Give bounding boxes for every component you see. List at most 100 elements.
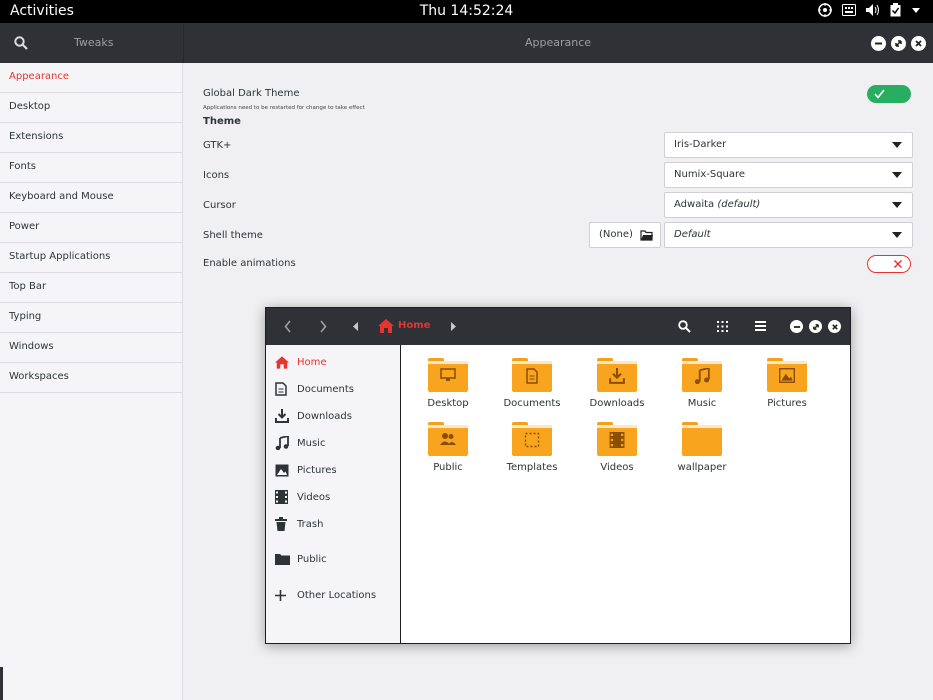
shell-theme-file-button[interactable]: (None) xyxy=(589,222,661,248)
trash-icon xyxy=(275,517,297,531)
forward-icon[interactable] xyxy=(319,320,327,333)
close-button[interactable] xyxy=(911,36,926,51)
home-icon xyxy=(275,355,297,369)
sidebar-item-top-bar[interactable]: Top Bar xyxy=(0,273,182,303)
places-item-label: Downloads xyxy=(297,410,352,422)
keyboard-icon[interactable] xyxy=(842,4,856,16)
sidebar-item-typing[interactable]: Typing xyxy=(0,303,182,333)
chevron-down-icon xyxy=(892,142,902,148)
folder-icon xyxy=(682,422,722,456)
places-item-pictures[interactable]: Pictures xyxy=(275,462,337,478)
x-icon xyxy=(893,259,903,269)
sidebar-item-extensions[interactable]: Extensions xyxy=(0,123,182,153)
places-item-other-locations[interactable]: Other Locations xyxy=(275,587,376,603)
maximize-button[interactable] xyxy=(891,36,906,51)
check-icon xyxy=(874,89,885,99)
minimize-button[interactable] xyxy=(790,320,803,333)
folder-documents[interactable]: Documents xyxy=(492,358,572,409)
sidebar-item-workspaces[interactable]: Workspaces xyxy=(0,363,182,393)
folder-label: Music xyxy=(687,398,717,409)
top-bar: Activities Thu 14:52:24 xyxy=(0,0,933,23)
close-button[interactable] xyxy=(828,320,841,333)
global-dark-theme-label: Global Dark Theme xyxy=(203,88,300,99)
cursor-theme-value: Adwaita xyxy=(674,199,715,210)
places-item-music[interactable]: Music xyxy=(275,435,325,451)
shell-theme-select[interactable]: Default xyxy=(664,222,913,248)
folder-pictures[interactable]: Pictures xyxy=(747,358,827,409)
desktop-icon xyxy=(428,358,468,392)
places-item-documents[interactable]: Documents xyxy=(275,381,354,397)
clock[interactable]: Thu 14:52:24 xyxy=(0,3,933,19)
icons-theme-select[interactable]: Numix-Square xyxy=(664,162,913,188)
places-item-label: Pictures xyxy=(297,464,337,476)
page-title: Appearance xyxy=(524,36,592,49)
files-sidebar: Home Documents Downloads Music Pictures … xyxy=(266,345,401,643)
folder-public[interactable]: Public xyxy=(408,422,488,473)
folder-videos[interactable]: Videos xyxy=(577,422,657,473)
people-icon xyxy=(428,422,468,456)
video-icon xyxy=(275,490,297,504)
folder-downloads[interactable]: Downloads xyxy=(577,358,657,409)
files-window-controls xyxy=(790,320,841,333)
folder-wallpaper[interactable]: wallpaper xyxy=(662,422,742,473)
sidebar-item-windows[interactable]: Windows xyxy=(0,333,182,363)
download-icon xyxy=(597,358,637,392)
gtk-theme-select[interactable]: Iris-Darker xyxy=(664,132,913,158)
folder-templates[interactable]: Templates xyxy=(492,422,572,473)
folder-icon xyxy=(275,553,297,565)
tweaks-header-bar: Tweaks Appearance xyxy=(0,23,933,63)
hamburger-menu-icon[interactable] xyxy=(755,321,766,331)
folder-label: wallpaper xyxy=(677,462,727,473)
volume-icon[interactable] xyxy=(866,4,880,16)
app-title: Tweaks xyxy=(74,36,114,49)
places-item-label: Public xyxy=(297,553,327,565)
places-item-label: Music xyxy=(297,437,326,449)
minimize-button[interactable] xyxy=(871,36,886,51)
sidebar-item-appearance[interactable]: Appearance xyxy=(0,63,182,93)
places-item-downloads[interactable]: Downloads xyxy=(275,408,352,424)
global-dark-theme-note: Applications need to be restarted for ch… xyxy=(203,105,365,111)
search-icon[interactable] xyxy=(14,35,28,54)
folder-label: Pictures xyxy=(767,398,807,409)
search-icon[interactable] xyxy=(678,320,691,333)
template-icon xyxy=(512,422,552,456)
download-icon xyxy=(275,409,297,423)
enable-animations-label: Enable animations xyxy=(203,258,296,269)
path-left-arrow-icon[interactable] xyxy=(353,322,359,331)
chevron-down-icon xyxy=(892,202,902,208)
sidebar-item-keyboard-and-mouse[interactable]: Keyboard and Mouse xyxy=(0,183,182,213)
video-icon xyxy=(597,422,637,456)
battery-icon[interactable] xyxy=(890,3,901,17)
back-icon[interactable] xyxy=(284,320,292,333)
menu-arrow-icon[interactable] xyxy=(911,6,921,14)
global-dark-theme-toggle[interactable] xyxy=(867,85,911,103)
places-item-public[interactable]: Public xyxy=(275,551,327,567)
sidebar-item-fonts[interactable]: Fonts xyxy=(0,153,182,183)
system-tray[interactable] xyxy=(818,3,921,17)
places-item-trash[interactable]: Trash xyxy=(275,516,323,532)
path-right-arrow-icon[interactable] xyxy=(450,322,456,331)
grid-view-icon[interactable] xyxy=(717,321,728,332)
shell-theme-label: Shell theme xyxy=(203,230,263,241)
accessibility-icon[interactable] xyxy=(818,3,832,17)
places-item-videos[interactable]: Videos xyxy=(275,489,330,505)
places-item-home[interactable]: Home xyxy=(275,354,327,370)
enable-animations-toggle[interactable] xyxy=(867,255,911,273)
sidebar-item-desktop[interactable]: Desktop xyxy=(0,93,182,123)
cursor-theme-select[interactable]: Adwaita (default) xyxy=(664,192,913,218)
home-icon xyxy=(378,319,394,333)
folder-label: Desktop xyxy=(427,398,469,409)
sidebar-item-startup-applications[interactable]: Startup Applications xyxy=(0,243,182,273)
path-bar-home[interactable]: Home xyxy=(398,320,430,331)
maximize-button[interactable] xyxy=(809,320,822,333)
places-item-label: Other Locations xyxy=(297,589,377,601)
music-icon xyxy=(682,358,722,392)
places-item-label: Home xyxy=(297,356,327,368)
folder-music[interactable]: Music xyxy=(662,358,742,409)
chevron-down-icon xyxy=(892,232,902,238)
sidebar-item-power[interactable]: Power xyxy=(0,213,182,243)
folder-desktop[interactable]: Desktop xyxy=(408,358,488,409)
icons-theme-value: Numix-Square xyxy=(674,169,746,180)
folder-label: Templates xyxy=(506,462,558,473)
folder-label: Videos xyxy=(600,462,634,473)
